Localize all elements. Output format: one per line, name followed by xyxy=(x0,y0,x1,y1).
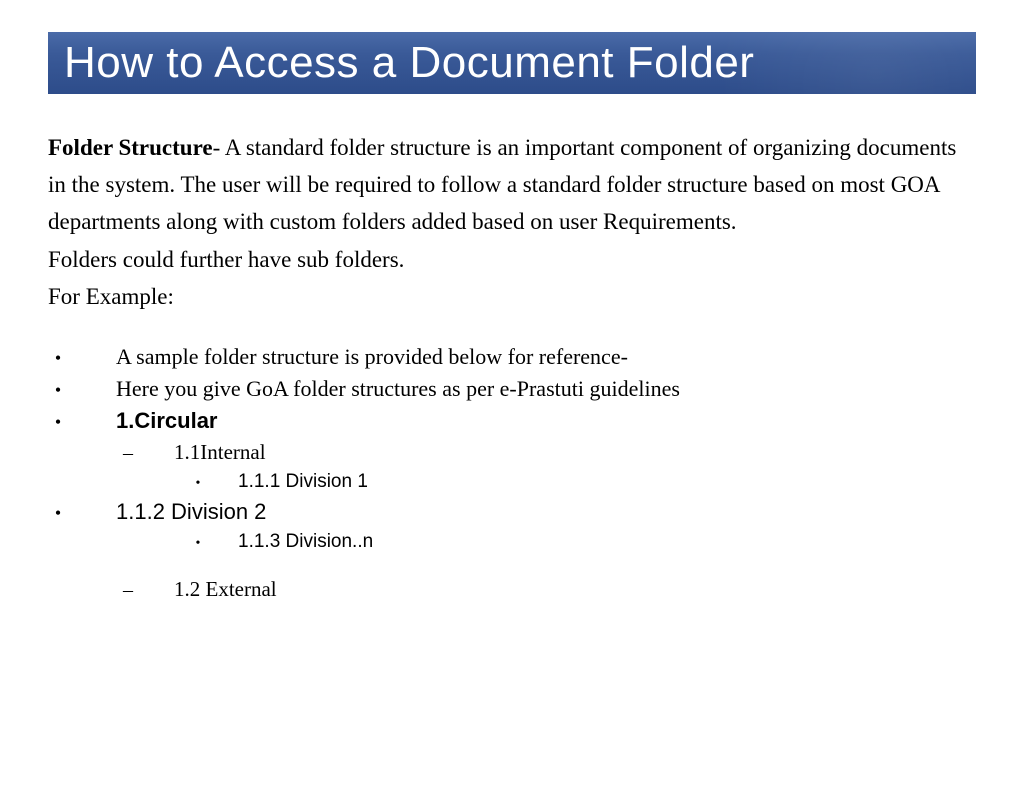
list-item-label: A sample folder structure is provided be… xyxy=(116,344,628,370)
list-item: – 1.1Internal xyxy=(118,440,976,465)
bullet-icon: • xyxy=(188,536,208,552)
list-item-label: 1.1.2 Division 2 xyxy=(116,499,266,525)
list-item-label: 1.2 External xyxy=(174,577,277,602)
slide-content: Folder Structure- A standard folder stru… xyxy=(0,94,1024,602)
outline-list: • A sample folder structure is provided … xyxy=(48,344,976,602)
bullet-icon: • xyxy=(48,412,68,433)
intro-paragraph: Folder Structure- A standard folder stru… xyxy=(48,130,976,240)
list-item-label: 1.1.3 Division..n xyxy=(238,531,373,553)
dash-icon: – xyxy=(118,442,138,465)
list-item: • 1.1.1 Division 1 xyxy=(188,471,976,493)
list-item: • A sample folder structure is provided … xyxy=(48,344,976,370)
list-item-label: 1.Circular xyxy=(116,408,218,434)
slide-title-bar: How to Access a Document Folder xyxy=(48,32,976,94)
list-item-label: 1.1Internal xyxy=(174,440,266,465)
list-item: • 1.Circular xyxy=(48,408,976,434)
list-item-label: 1.1.1 Division 1 xyxy=(238,471,368,493)
list-item-label: Here you give GoA folder structures as p… xyxy=(116,376,680,402)
bullet-icon: • xyxy=(48,503,68,524)
bullet-icon: • xyxy=(48,348,68,369)
list-item: • Here you give GoA folder structures as… xyxy=(48,376,976,402)
dash-icon: – xyxy=(118,579,138,602)
lead-term: Folder Structure xyxy=(48,135,213,160)
bullet-icon: • xyxy=(188,476,208,492)
list-item: • 1.1.2 Division 2 xyxy=(48,499,976,525)
list-item: – 1.2 External xyxy=(118,577,976,602)
bullet-icon: • xyxy=(48,380,68,401)
slide-title: How to Access a Document Folder xyxy=(64,38,960,88)
intro-line-2: Folders could further have sub folders. xyxy=(48,242,976,279)
list-item: • 1.1.3 Division..n xyxy=(188,531,976,553)
intro-line-3: For Example: xyxy=(48,279,976,316)
